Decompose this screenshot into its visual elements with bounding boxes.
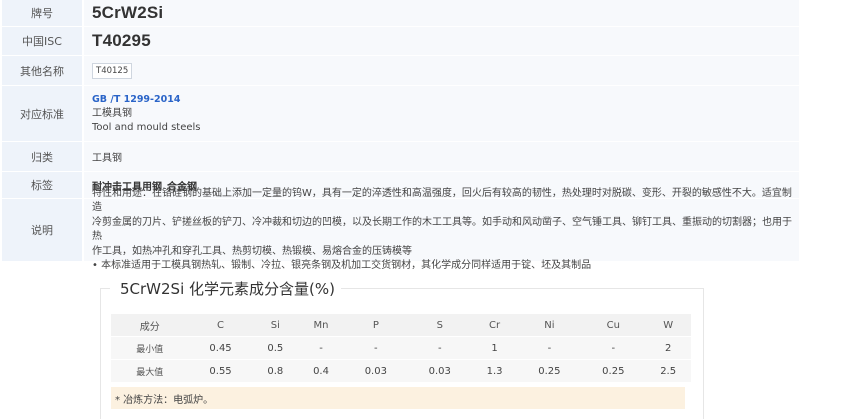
- other-names-label: 其他名称: [2, 56, 84, 85]
- column-header: Si: [252, 314, 299, 337]
- description-line: 作工具，如热冲孔和穿孔工具、热剪切模、热锻模、易熔合金的压铸模等: [92, 245, 412, 257]
- grade-value: 5CrW2Si: [92, 3, 164, 22]
- category-value: 工具钢: [92, 153, 122, 164]
- grade-label: 牌号: [2, 0, 84, 26]
- row-label: 最大值: [111, 359, 189, 383]
- table-cell: -: [343, 336, 408, 360]
- material-info-table: 牌号 5CrW2Si 中国ISC T40295 其他名称 T40125 对应标准…: [2, 0, 799, 271]
- isc-value: T40295: [92, 31, 151, 50]
- column-header: S: [407, 314, 472, 337]
- grade-row: 牌号 5CrW2Si: [2, 0, 799, 27]
- category-row: 归类 工具钢: [2, 142, 799, 172]
- description-line: • 本标准适用于工模具钢热轧、锻制、冷拉、银亮条钢及机加工交货钢材，其化学成分同…: [92, 260, 592, 271]
- column-header: Cu: [581, 314, 646, 337]
- row-label: 最小值: [111, 336, 189, 360]
- table-row-max: 最大值 0.55 0.8 0.4 0.03 0.03 1.3 0.25 0.25…: [111, 359, 691, 383]
- smelting-method-note: * 冶炼方法：电弧炉。: [111, 387, 685, 409]
- standard-row: 对应标准 GB /T 1299-2014 工模具钢 Tool and mould…: [2, 86, 799, 142]
- table-cell: 0.25: [517, 359, 582, 383]
- table-cell: 0.55: [188, 359, 253, 383]
- tags-label: 标签: [2, 172, 84, 198]
- table-cell: 0.45: [188, 336, 253, 360]
- table-cell: 0.8: [252, 359, 299, 383]
- isc-row: 中国ISC T40295: [2, 27, 799, 56]
- description-label: 说明: [2, 199, 84, 261]
- standard-label: 对应标准: [2, 86, 84, 141]
- column-header: P: [343, 314, 408, 337]
- column-header: Cr: [471, 314, 518, 337]
- chemical-composition-title: 5CrW2Si 化学元素成分含量(%): [110, 278, 341, 299]
- table-cell: 1: [471, 336, 518, 360]
- table-cell: 0.5: [252, 336, 299, 360]
- other-names-row: 其他名称 T40125: [2, 56, 799, 86]
- chemical-composition-table: 成分 C Si Mn P S Cr Ni Cu W 最小值 0.45 0.5 -…: [111, 314, 691, 383]
- other-name-chip[interactable]: T40125: [92, 62, 133, 79]
- table-cell: -: [517, 336, 582, 360]
- table-cell: 0.03: [407, 359, 472, 383]
- category-label: 归类: [2, 142, 84, 171]
- standard-name-en: Tool and mould steels: [92, 121, 201, 133]
- table-cell: 1.3: [471, 359, 518, 383]
- column-header: W: [645, 314, 691, 337]
- table-cell: -: [407, 336, 472, 360]
- table-cell: -: [581, 336, 646, 360]
- table-cell: 0.03: [343, 359, 408, 383]
- standard-link[interactable]: GB /T 1299-2014: [92, 93, 799, 107]
- table-cell: 0.4: [298, 359, 344, 383]
- table-cell: 2: [645, 336, 691, 360]
- column-header: Mn: [298, 314, 344, 337]
- table-row-min: 最小值 0.45 0.5 - - - 1 - - 2: [111, 336, 691, 360]
- column-header: 成分: [111, 314, 189, 337]
- table-cell: 2.5: [645, 359, 691, 383]
- isc-label: 中国ISC: [2, 27, 84, 55]
- table-header-row: 成分 C Si Mn P S Cr Ni Cu W: [111, 314, 691, 337]
- description-row: 说明 特性和用途：在铬硅钢的基础上添加一定量的钨W，具有一定的淬透性和高温强度，…: [2, 188, 799, 271]
- table-cell: 0.25: [581, 359, 646, 383]
- column-header: Ni: [517, 314, 582, 337]
- description-line: 特性和用途：在铬硅钢的基础上添加一定量的钨W，具有一定的淬透性和高温强度，回火后…: [92, 187, 792, 214]
- standard-name-cn: 工模具钢: [92, 107, 132, 119]
- column-header: C: [188, 314, 253, 337]
- description-line: 冷剪金属的刀片、铲搓丝板的铲刀、冷冲裁和切边的凹模，以及长期工作的木工工具等。如…: [92, 216, 792, 243]
- table-cell: -: [298, 336, 344, 360]
